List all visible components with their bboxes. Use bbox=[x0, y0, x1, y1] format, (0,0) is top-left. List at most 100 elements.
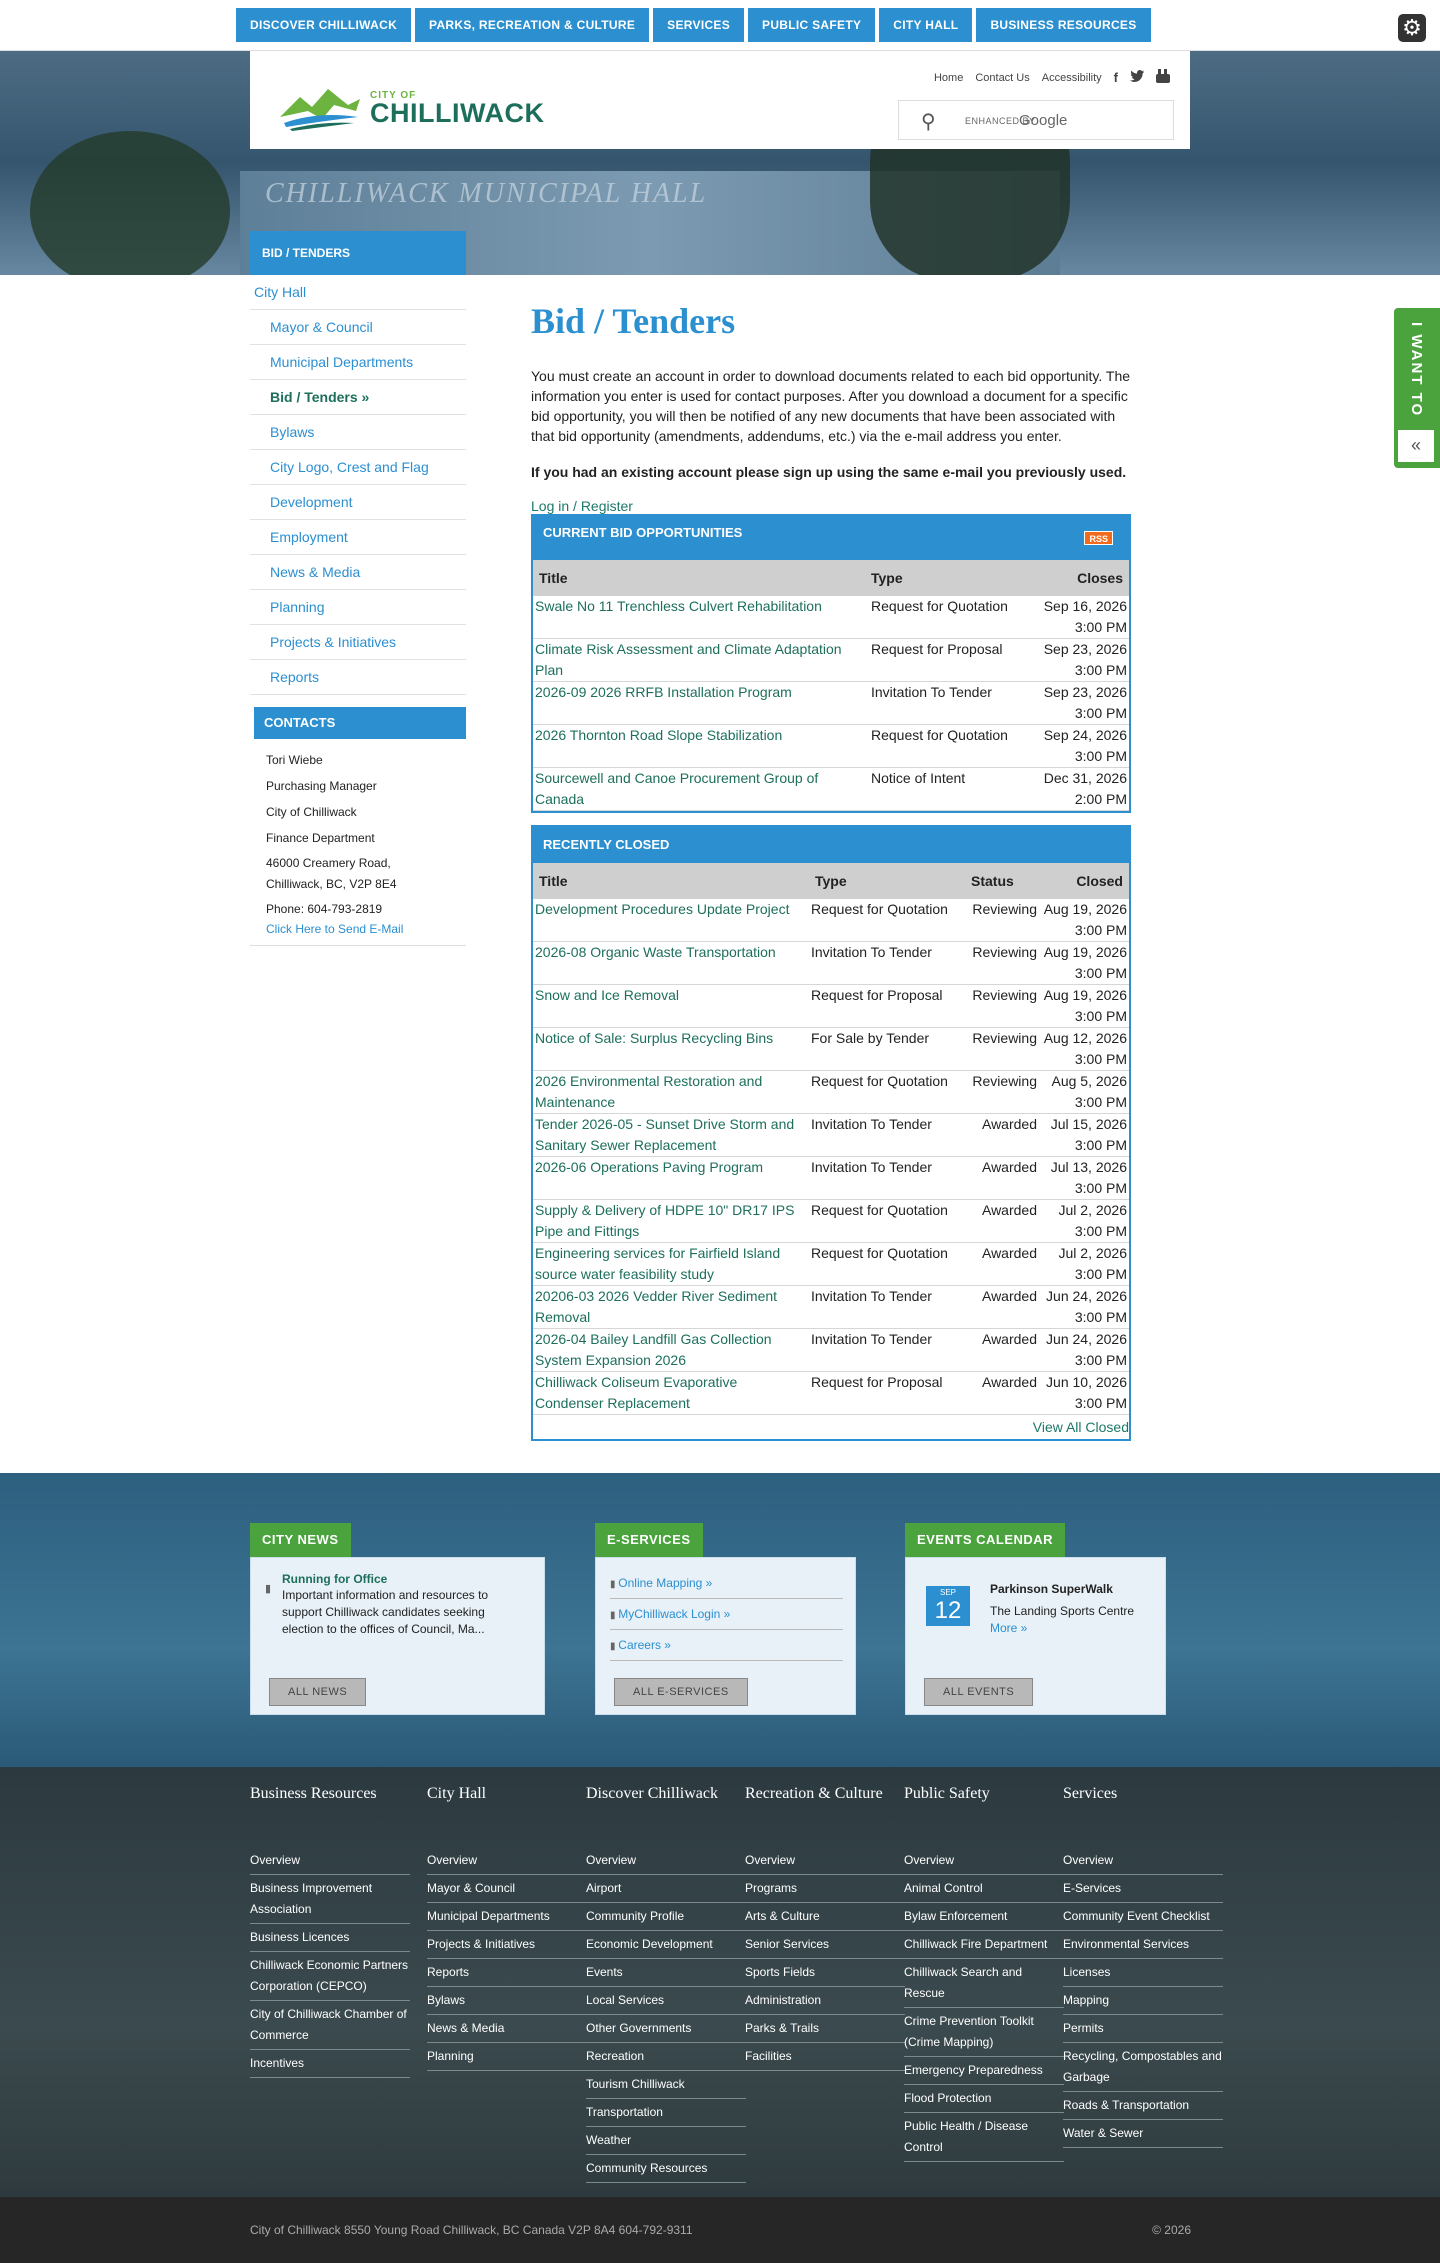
bid-title-link[interactable]: Notice of Sale: Surplus Recycling Bins bbox=[535, 1030, 773, 1046]
i-want-to-tab[interactable]: I WANT TO « bbox=[1394, 308, 1440, 468]
bid-title-link[interactable]: 2026-09 2026 RRFB Installation Program bbox=[535, 684, 792, 700]
accessibility-link[interactable]: Accessibility bbox=[1042, 72, 1102, 84]
footer-link[interactable]: Chilliwack Search and Rescue bbox=[904, 1959, 1064, 2008]
footer-link[interactable]: Programs bbox=[745, 1875, 905, 1903]
chevron-left-icon[interactable]: « bbox=[1398, 430, 1434, 462]
footer-link[interactable]: Local Services bbox=[586, 1987, 746, 2015]
footer-link[interactable]: Other Governments bbox=[586, 2015, 746, 2043]
footer-link[interactable]: Chilliwack Economic Partners Corporation… bbox=[250, 1952, 410, 2001]
bid-title-link[interactable]: Sourcewell and Canoe Procurement Group o… bbox=[535, 770, 818, 807]
footer-link[interactable]: Overview bbox=[427, 1847, 587, 1875]
bid-title-link[interactable]: Engineering services for Fairfield Islan… bbox=[535, 1245, 780, 1282]
footer-link[interactable]: Tourism Chilliwack bbox=[586, 2071, 746, 2099]
bid-title-link[interactable]: 2026-08 Organic Waste Transportation bbox=[535, 944, 776, 960]
footer-link[interactable]: Incentives bbox=[250, 2050, 410, 2078]
twitter-icon[interactable] bbox=[1130, 70, 1144, 85]
footer-link[interactable]: Mayor & Council bbox=[427, 1875, 587, 1903]
footer-link[interactable]: Transportation bbox=[586, 2099, 746, 2127]
site-logo[interactable]: CITY OF CHILLIWACK bbox=[278, 83, 544, 131]
e-service-item[interactable]: ▮ Online Mapping » bbox=[610, 1568, 843, 1599]
footer-link[interactable]: Overview bbox=[1063, 1847, 1223, 1875]
view-all-closed-link[interactable]: View All Closed bbox=[1033, 1419, 1129, 1435]
search-input[interactable]: ⚲ ENHANCED BY Google bbox=[898, 100, 1174, 140]
all-news-button[interactable]: ALL NEWS bbox=[269, 1678, 367, 1706]
bid-title-link[interactable]: Swale No 11 Trenchless Culvert Rehabilit… bbox=[535, 598, 822, 614]
bid-title-link[interactable]: Supply & Delivery of HDPE 10" DR17 IPS P… bbox=[535, 1202, 794, 1239]
top-nav-item[interactable]: SERVICES bbox=[653, 8, 745, 42]
sidebar-item[interactable]: Development bbox=[250, 485, 466, 520]
sidebar-item[interactable]: Bylaws bbox=[250, 415, 466, 450]
footer-link[interactable]: Emergency Preparedness bbox=[904, 2057, 1064, 2085]
top-nav-item[interactable]: PARKS, RECREATION & CULTURE bbox=[415, 8, 650, 42]
footer-link[interactable]: Administration bbox=[745, 1987, 905, 2015]
news-headline-link[interactable]: Running for Office bbox=[282, 1572, 387, 1586]
sidebar-item[interactable]: City Logo, Crest and Flag bbox=[250, 450, 466, 485]
footer-link[interactable]: City of Chilliwack Chamber of Commerce bbox=[250, 2001, 410, 2050]
bid-title-link[interactable]: 2026 Environmental Restoration and Maint… bbox=[535, 1073, 762, 1110]
home-link[interactable]: Home bbox=[934, 72, 963, 84]
footer-link[interactable]: Chilliwack Fire Department bbox=[904, 1931, 1064, 1959]
footer-link[interactable]: Licenses bbox=[1063, 1959, 1223, 1987]
facebook-icon[interactable]: f bbox=[1114, 70, 1118, 85]
bid-title-link[interactable]: Chilliwack Coliseum Evaporative Condense… bbox=[535, 1374, 737, 1411]
footer-link[interactable]: Bylaws bbox=[427, 1987, 587, 2015]
footer-link[interactable]: Environmental Services bbox=[1063, 1931, 1223, 1959]
top-nav-item[interactable]: DISCOVER CHILLIWACK bbox=[236, 8, 412, 42]
footer-link[interactable]: Roads & Transportation bbox=[1063, 2092, 1223, 2120]
footer-link[interactable]: Planning bbox=[427, 2043, 587, 2071]
footer-link[interactable]: Overview bbox=[586, 1847, 746, 1875]
gear-icon[interactable]: ⚙ bbox=[1398, 14, 1426, 42]
e-service-item[interactable]: ▮ MyChilliwack Login » bbox=[610, 1599, 843, 1630]
footer-link[interactable]: Facilities bbox=[745, 2043, 905, 2071]
footer-link[interactable]: Community Resources bbox=[586, 2155, 746, 2183]
footer-link[interactable]: Sports Fields bbox=[745, 1959, 905, 1987]
sidebar-item-city-hall[interactable]: City Hall bbox=[250, 275, 466, 310]
event-more-link[interactable]: More » bbox=[990, 1621, 1027, 1635]
footer-link[interactable]: Airport bbox=[586, 1875, 746, 1903]
footer-link[interactable]: Bylaw Enforcement bbox=[904, 1903, 1064, 1931]
footer-link[interactable]: News & Media bbox=[427, 2015, 587, 2043]
bid-title-link[interactable]: Climate Risk Assessment and Climate Adap… bbox=[535, 641, 842, 678]
e-service-item[interactable]: ▮ Careers » bbox=[610, 1630, 843, 1661]
footer-link[interactable]: Water & Sewer bbox=[1063, 2120, 1223, 2148]
sidebar-item[interactable]: Bid / Tenders » bbox=[250, 380, 466, 415]
footer-link[interactable]: Economic Development bbox=[586, 1931, 746, 1959]
bid-title-link[interactable]: 20206-03 2026 Vedder River Sediment Remo… bbox=[535, 1288, 777, 1325]
sidebar-item[interactable]: Reports bbox=[250, 660, 466, 695]
bid-title-link[interactable]: Snow and Ice Removal bbox=[535, 987, 679, 1003]
contact-link[interactable]: Contact Us bbox=[975, 72, 1029, 84]
footer-link[interactable]: Animal Control bbox=[904, 1875, 1064, 1903]
footer-link[interactable]: Overview bbox=[745, 1847, 905, 1875]
footer-link[interactable]: Recreation bbox=[586, 2043, 746, 2071]
footer-link[interactable]: Reports bbox=[427, 1959, 587, 1987]
all-e-services-button[interactable]: ALL E-SERVICES bbox=[614, 1678, 748, 1706]
all-events-button[interactable]: ALL EVENTS bbox=[924, 1678, 1034, 1706]
search-icon[interactable]: ⚲ bbox=[921, 109, 936, 134]
bid-title-link[interactable]: Development Procedures Update Project bbox=[535, 901, 789, 917]
sidebar-item[interactable]: Mayor & Council bbox=[250, 310, 466, 345]
footer-link[interactable]: Mapping bbox=[1063, 1987, 1223, 2015]
footer-link[interactable]: Projects & Initiatives bbox=[427, 1931, 587, 1959]
footer-link[interactable]: Weather bbox=[586, 2127, 746, 2155]
top-nav-item[interactable]: PUBLIC SAFETY bbox=[748, 8, 876, 42]
bid-title-link[interactable]: Tender 2026-05 - Sunset Drive Storm and … bbox=[535, 1116, 794, 1153]
footer-link[interactable]: Events bbox=[586, 1959, 746, 1987]
footer-link[interactable]: Overview bbox=[904, 1847, 1064, 1875]
rss-icon[interactable]: RSS bbox=[1084, 531, 1113, 545]
sidebar-item[interactable]: Planning bbox=[250, 590, 466, 625]
bid-title-link[interactable]: 2026 Thornton Road Slope Stabilization bbox=[535, 727, 782, 743]
contact-email-link[interactable]: Click Here to Send E-Mail bbox=[266, 919, 466, 939]
footer-link[interactable]: Municipal Departments bbox=[427, 1903, 587, 1931]
footer-link[interactable]: Business Licences bbox=[250, 1924, 410, 1952]
youtube-icon[interactable] bbox=[1156, 69, 1170, 86]
footer-link[interactable]: E-Services bbox=[1063, 1875, 1223, 1903]
sidebar-item[interactable]: Projects & Initiatives bbox=[250, 625, 466, 660]
footer-link[interactable]: Arts & Culture bbox=[745, 1903, 905, 1931]
footer-link[interactable]: Community Event Checklist bbox=[1063, 1903, 1223, 1931]
footer-link[interactable]: Recycling, Compostables and Garbage bbox=[1063, 2043, 1223, 2092]
footer-link[interactable]: Overview bbox=[250, 1847, 410, 1875]
top-nav-item[interactable]: BUSINESS RESOURCES bbox=[976, 8, 1151, 42]
bid-title-link[interactable]: 2026-06 Operations Paving Program bbox=[535, 1159, 763, 1175]
bid-title-link[interactable]: 2026-04 Bailey Landfill Gas Collection S… bbox=[535, 1331, 772, 1368]
sidebar-item[interactable]: Municipal Departments bbox=[250, 345, 466, 380]
